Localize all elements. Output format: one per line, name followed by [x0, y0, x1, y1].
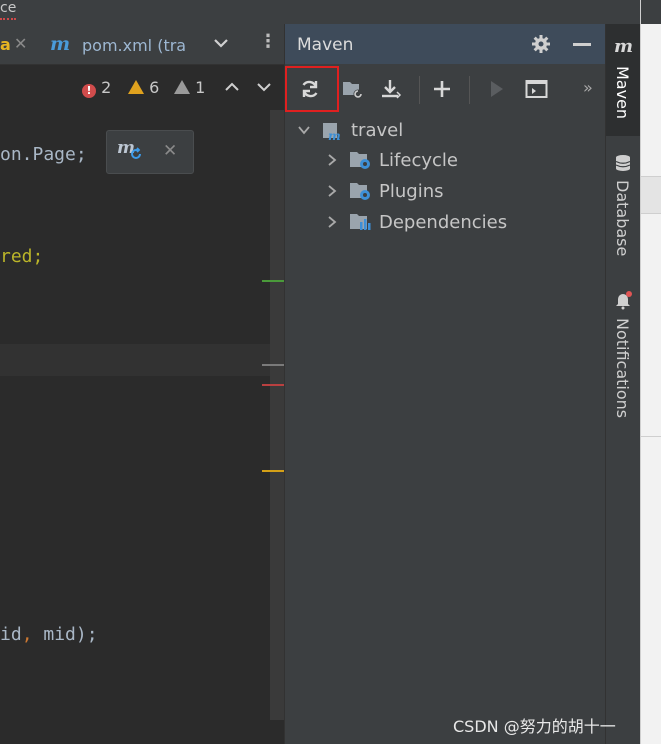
code-line[interactable]: red; — [0, 246, 43, 267]
load-maven-changes-popup: m ✕ — [106, 130, 194, 174]
tab-close-icon[interactable]: ✕ — [14, 34, 27, 53]
spelling-squiggle — [0, 15, 16, 20]
run-maven-build-button[interactable] — [481, 74, 511, 104]
code-line[interactable]: id, mid); — [0, 624, 98, 645]
stripe-label: Notifications — [613, 318, 632, 419]
scrollbar[interactable] — [270, 110, 284, 720]
download-icon — [382, 80, 402, 99]
caret-line-highlight — [0, 344, 270, 376]
tree-item-dependencies[interactable]: Dependencies — [325, 208, 507, 236]
folder-bars-icon — [350, 214, 371, 230]
tree-item-plugins[interactable]: Plugins — [325, 177, 443, 205]
previous-highlight-icon[interactable] — [224, 78, 240, 96]
maven-file-icon: m — [50, 33, 71, 55]
code-line[interactable]: on.Page; — [0, 144, 87, 165]
top-strip: ce — [0, 0, 640, 24]
generate-sources-button[interactable] — [337, 74, 367, 104]
refresh-badge-icon — [131, 147, 141, 159]
change-marker[interactable] — [262, 364, 284, 366]
warning-icon — [128, 80, 144, 94]
maven-tool-window: Maven » m travel Lifecycle Plugins Depen… — [284, 24, 606, 744]
gear-icon[interactable] — [531, 34, 551, 54]
play-icon — [491, 81, 503, 97]
warning-count[interactable]: 6 — [128, 78, 159, 100]
right-tool-stripe: m Maven Database Notifications — [605, 24, 641, 744]
folder-refresh-icon — [343, 82, 363, 99]
toolbar-separator — [469, 76, 470, 104]
tree-item-lifecycle[interactable]: Lifecycle — [325, 146, 458, 174]
warning-marker[interactable] — [262, 470, 284, 472]
error-count[interactable]: ! 2 — [82, 78, 111, 100]
editor-tab-bar: a ✕ m pom.xml (tra ⋮ — [0, 24, 284, 65]
plus-icon — [434, 81, 450, 97]
next-highlight-icon[interactable] — [256, 78, 272, 96]
chevron-right-icon[interactable] — [325, 184, 339, 198]
more-actions-icon[interactable]: » — [583, 78, 593, 97]
bell-icon — [616, 291, 632, 310]
hide-icon[interactable] — [573, 43, 591, 46]
tree-label: travel — [351, 119, 404, 141]
refresh-icon — [302, 80, 318, 98]
close-icon[interactable]: ✕ — [163, 141, 177, 161]
execute-maven-goal-button[interactable] — [521, 74, 551, 104]
weak-warning-icon — [174, 80, 190, 94]
error-icon: ! — [82, 84, 96, 98]
maven-header: Maven — [285, 24, 606, 64]
chevron-right-icon[interactable] — [325, 153, 339, 167]
folder-gear-icon — [350, 152, 370, 169]
tree-label: Plugins — [379, 180, 444, 202]
stripe-label: Database — [613, 180, 632, 257]
maven-icon: m — [614, 36, 634, 57]
tree-item-travel[interactable]: m travel — [297, 116, 403, 144]
tree-label: Dependencies — [379, 211, 508, 233]
weak-warning-count[interactable]: 1 — [174, 78, 205, 100]
tab-pom-xml[interactable]: pom.xml (tra — [82, 36, 186, 55]
toolbar-separator — [419, 76, 420, 104]
reload-all-maven-projects-button[interactable] — [295, 74, 325, 104]
svg-text:m: m — [328, 129, 341, 141]
watermark: CSDN @努力的胡十一 — [453, 717, 616, 736]
add-maven-project-button[interactable] — [427, 74, 457, 104]
stripe-label: Maven — [613, 66, 632, 120]
background-window — [640, 0, 661, 744]
error-marker[interactable] — [262, 384, 284, 386]
top-strip-text: ce — [0, 0, 17, 16]
maven-title: Maven — [297, 35, 354, 55]
chevron-right-icon[interactable] — [325, 215, 339, 229]
code-editor[interactable]: a ✕ m pom.xml (tra ⋮ ! 2 6 1 on.Page; re… — [0, 24, 284, 744]
change-marker[interactable] — [262, 280, 284, 282]
download-sources-button[interactable] — [375, 74, 405, 104]
chevron-down-icon[interactable] — [212, 34, 230, 52]
database-icon — [615, 155, 631, 171]
terminal-window-icon — [525, 80, 548, 98]
tab-fragment-label[interactable]: a — [0, 35, 11, 54]
stripe-button-maven[interactable]: m Maven — [606, 24, 641, 136]
tree-label: Lifecycle — [379, 149, 458, 171]
maven-module-icon: m — [323, 123, 341, 141]
folder-gear-icon — [350, 183, 370, 200]
chevron-down-icon[interactable] — [297, 123, 311, 137]
more-vertical-icon[interactable]: ⋮ — [259, 33, 277, 51]
